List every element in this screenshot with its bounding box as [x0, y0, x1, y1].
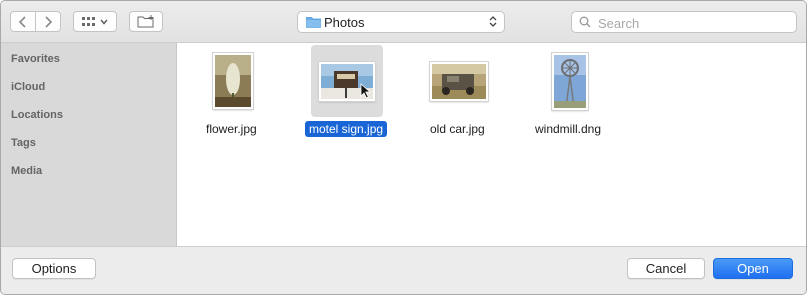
sidebar: Favorites iCloud Locations Tags Media	[1, 43, 177, 246]
file-item-motel-sign[interactable]: motel sign.jpg	[305, 43, 405, 143]
cancel-button[interactable]: Cancel	[627, 258, 705, 279]
toolbar: Photos	[1, 1, 806, 43]
file-item-old-car[interactable]: old car.jpg	[423, 43, 517, 143]
chevron-right-icon	[45, 15, 53, 28]
file-thumbnail	[430, 62, 488, 101]
location-label: Photos	[324, 15, 365, 30]
new-folder-button[interactable]	[129, 11, 163, 32]
file-thumbnail	[552, 53, 588, 110]
file-name: flower.jpg	[206, 122, 257, 136]
folder-icon	[306, 17, 321, 28]
file-open-dialog: Photos Favorites iCloud Locations Tags M…	[0, 0, 807, 295]
back-button[interactable]	[10, 11, 36, 32]
sidebar-item-locations[interactable]: Locations	[11, 109, 63, 121]
forward-button[interactable]	[35, 11, 61, 32]
location-dropdown[interactable]: Photos	[297, 11, 505, 33]
sidebar-item-icloud[interactable]: iCloud	[11, 81, 45, 93]
file-name: windmill.dng	[535, 122, 602, 136]
open-button[interactable]: Open	[713, 258, 793, 279]
search-icon	[579, 16, 591, 28]
file-name-selected: motel sign.jpg	[305, 121, 388, 137]
file-item-windmill[interactable]: windmill.dng	[535, 43, 629, 143]
file-name: old car.jpg	[430, 122, 485, 136]
updown-chevron-icon	[489, 16, 497, 27]
search-field[interactable]	[571, 11, 797, 33]
search-input[interactable]	[596, 14, 790, 32]
view-mode-button[interactable]	[73, 11, 117, 32]
bottom-bar: Options Cancel Open	[1, 246, 806, 294]
sidebar-item-tags[interactable]: Tags	[11, 137, 36, 149]
options-button[interactable]: Options	[12, 258, 96, 279]
chevron-down-icon	[100, 19, 108, 25]
sidebar-item-media[interactable]: Media	[11, 165, 42, 177]
chevron-left-icon	[18, 15, 26, 28]
sidebar-item-favorites[interactable]: Favorites	[11, 53, 60, 65]
file-browser: flower.jpg motel sign.jpg old car.jpg wi…	[177, 43, 806, 246]
file-item-flower[interactable]: flower.jpg	[197, 43, 291, 143]
file-thumbnail	[213, 53, 253, 109]
icon-grid-icon	[82, 16, 95, 26]
mouse-cursor-icon	[360, 83, 371, 99]
new-folder-icon	[137, 15, 154, 28]
